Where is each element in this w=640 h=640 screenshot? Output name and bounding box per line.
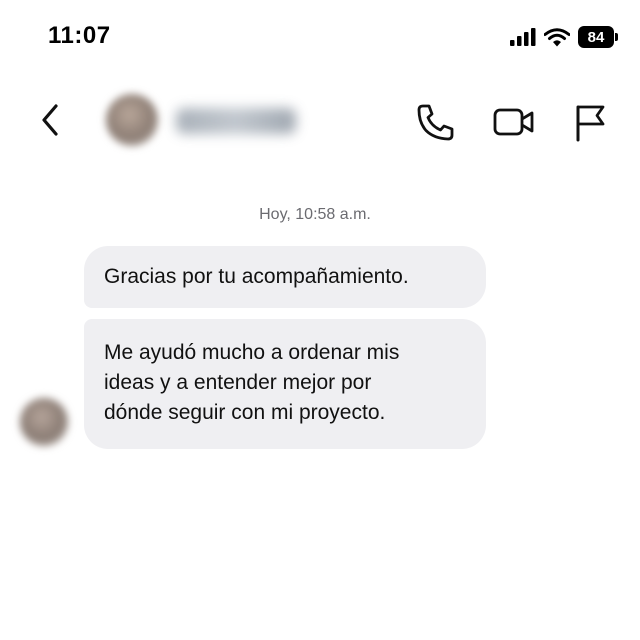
message-text: ideas y a entender mejor por <box>104 371 372 394</box>
chevron-left-icon <box>42 104 58 136</box>
contact-name[interactable] <box>176 108 296 134</box>
status-icons: 84 <box>510 26 618 48</box>
contact-avatar[interactable] <box>106 94 158 146</box>
flag-icon <box>576 105 605 142</box>
report-button[interactable] <box>570 100 610 144</box>
video-camera-icon <box>493 108 534 136</box>
battery-icon: 84 <box>578 26 618 48</box>
chat-header <box>0 80 640 160</box>
call-button[interactable] <box>414 100 458 144</box>
message-bubble[interactable]: Gracias por tu acompañamiento. <box>84 246 486 308</box>
message-text: Gracias por tu acompañamiento. <box>104 265 409 288</box>
video-call-button[interactable] <box>490 100 538 144</box>
signal-icon <box>510 28 536 46</box>
status-time: 11:07 <box>48 22 111 49</box>
message-text: Me ayudó mucho a ordenar mis <box>104 341 400 364</box>
phone-icon <box>417 104 454 141</box>
message-text: dónde seguir con mi proyecto. <box>104 401 386 424</box>
sender-avatar[interactable] <box>20 398 68 446</box>
status-bar: 11:07 84 <box>0 0 640 70</box>
message-bubble[interactable]: Me ayudó mucho a ordenar mis ideas y a e… <box>84 319 486 449</box>
back-button[interactable] <box>32 100 68 140</box>
wifi-icon <box>544 27 570 46</box>
message-timestamp: Hoy, 10:58 a.m. <box>259 206 371 223</box>
battery-level: 84 <box>587 28 605 46</box>
